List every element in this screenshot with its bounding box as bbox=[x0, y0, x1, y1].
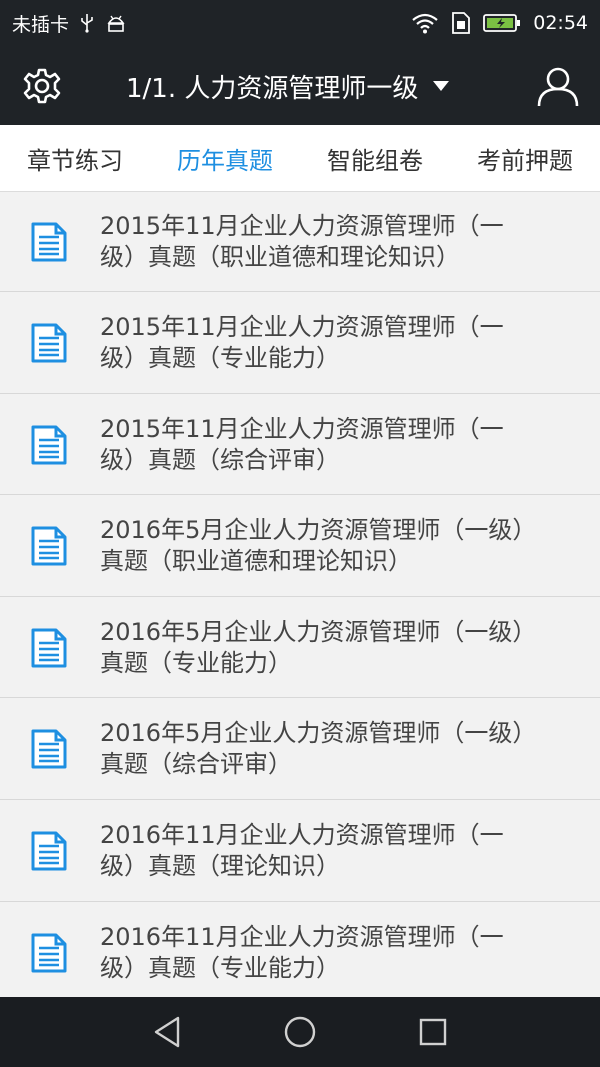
list-item[interactable]: 2015年11月企业人力资源管理师（一 级）真题（综合评审） bbox=[0, 395, 600, 496]
gear-icon[interactable] bbox=[22, 66, 62, 106]
recents-square-icon[interactable] bbox=[413, 1012, 453, 1052]
battery-charging-icon bbox=[483, 13, 521, 33]
document-icon bbox=[30, 222, 68, 262]
back-triangle-icon[interactable] bbox=[147, 1012, 187, 1052]
caret-down-icon bbox=[432, 77, 450, 96]
list-item-title: 2016年5月企业人力资源管理师（一级） 真题（职业道德和理论知识） bbox=[100, 516, 537, 576]
wifi-icon bbox=[411, 12, 439, 34]
document-icon bbox=[30, 933, 68, 973]
tab-past-exams[interactable]: 历年真题 bbox=[150, 125, 300, 191]
sim-icon bbox=[451, 11, 471, 35]
tab-predicted-questions[interactable]: 考前押题 bbox=[450, 125, 600, 191]
user-icon[interactable] bbox=[536, 64, 580, 108]
list-item-title: 2015年11月企业人力资源管理师（一 级）真题（综合评审） bbox=[100, 414, 504, 474]
home-circle-icon[interactable] bbox=[280, 1012, 320, 1052]
system-nav-bar bbox=[0, 997, 600, 1067]
app-title: 1/1. 人力资源管理师一级 bbox=[126, 73, 419, 104]
list-item-title: 2016年11月企业人力资源管理师（一 级）真题（理论知识） bbox=[100, 821, 504, 881]
list-item[interactable]: 2015年11月企业人力资源管理师（一 级）真题（专业能力） bbox=[0, 293, 600, 394]
list-item[interactable]: 2016年5月企业人力资源管理师（一级） 真题（综合评审） bbox=[0, 699, 600, 800]
tab-chapter-practice[interactable]: 章节练习 bbox=[0, 125, 150, 191]
list-item[interactable]: 2016年5月企业人力资源管理师（一级） 真题（职业道德和理论知识） bbox=[0, 496, 600, 597]
document-icon bbox=[30, 831, 68, 871]
status-bar: 未插卡 02:54 bbox=[0, 0, 600, 46]
list-item-title: 2015年11月企业人力资源管理师（一 级）真题（专业能力） bbox=[100, 313, 504, 373]
list-item[interactable]: 2016年5月企业人力资源管理师（一级） 真题（专业能力） bbox=[0, 598, 600, 699]
status-time: 02:54 bbox=[533, 12, 588, 34]
document-icon bbox=[30, 628, 68, 668]
document-icon bbox=[30, 526, 68, 566]
list-item[interactable]: 2016年11月企业人力资源管理师（一 级）真题（理论知识） bbox=[0, 801, 600, 902]
carrier-text: 未插卡 bbox=[12, 13, 70, 36]
list-item-title: 2016年5月企业人力资源管理师（一级） 真题（专业能力） bbox=[100, 617, 537, 677]
list-item-title: 2015年11月企业人力资源管理师（一 级）真题（职业道德和理论知识） bbox=[100, 211, 504, 271]
list-item[interactable]: 2015年11月企业人力资源管理师（一 级）真题（职业道德和理论知识） bbox=[0, 192, 600, 292]
list-item[interactable]: 2016年11月企业人力资源管理师（一 级）真题（专业能力） bbox=[0, 903, 600, 1004]
app-bar: 1/1. 人力资源管理师一级 bbox=[0, 46, 600, 125]
list-item-title: 2016年5月企业人力资源管理师（一级） 真题（综合评审） bbox=[100, 719, 537, 779]
document-icon bbox=[30, 729, 68, 769]
list-item-title: 2016年11月企业人力资源管理师（一 级）真题（专业能力） bbox=[100, 922, 504, 982]
subject-selector[interactable]: 1/1. 人力资源管理师一级 bbox=[126, 66, 450, 106]
document-icon bbox=[30, 425, 68, 465]
exam-list: 2015年11月企业人力资源管理师（一 级）真题（职业道德和理论知识） 2015年… bbox=[0, 192, 600, 1005]
android-debug-icon bbox=[105, 13, 127, 33]
document-icon bbox=[30, 323, 68, 363]
tab-smart-paper[interactable]: 智能组卷 bbox=[300, 125, 450, 191]
usb-icon bbox=[79, 13, 95, 33]
tab-bar: 章节练习 历年真题 智能组卷 考前押题 bbox=[0, 125, 600, 192]
